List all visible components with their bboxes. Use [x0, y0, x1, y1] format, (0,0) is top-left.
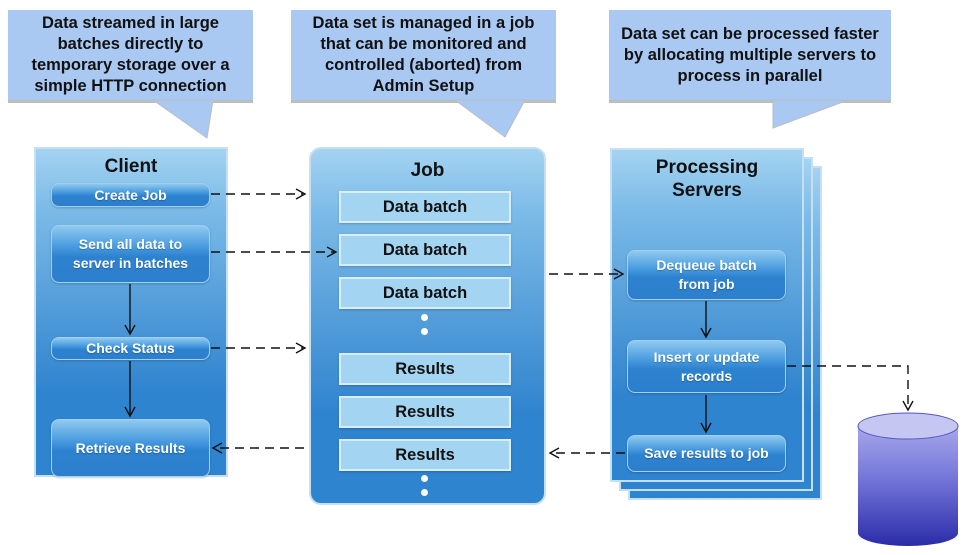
send-data-label: Send all data to server in batches [72, 236, 189, 271]
results-slot: Results [339, 439, 511, 471]
insert-update-label: Insert or update records [653, 348, 760, 384]
data-batch-label: Data batch [382, 283, 468, 302]
callout-processing: Data set can be processed faster by allo… [609, 10, 891, 100]
callout-client-text: Data streamed in large batches directly … [31, 14, 230, 95]
create-job-label: Create Job [94, 186, 167, 203]
data-batch-label: Data batch [382, 240, 468, 259]
data-batch-slot: Data batch [339, 191, 511, 223]
retrieve-results-label: Retrieve Results [75, 439, 186, 456]
callout-client: Data streamed in large batches directly … [8, 10, 253, 100]
results-label: Results [395, 445, 455, 464]
processing-title: Processing Servers [655, 157, 759, 201]
callout-processing-text: Data set can be processed faster by allo… [621, 24, 879, 85]
job-title: Job [410, 160, 445, 181]
check-status-label: Check Status [86, 340, 175, 356]
results-label: Results [395, 359, 455, 378]
callout-job: Data set is managed in a job that can be… [291, 10, 556, 100]
database-top [857, 412, 959, 440]
save-results-step[interactable]: Save results to job [627, 435, 786, 472]
ellipsis-dot [421, 328, 428, 335]
check-status-step[interactable]: Check Status [51, 337, 210, 360]
callout-tail-job [453, 99, 526, 138]
data-batch-label: Data batch [382, 197, 468, 216]
database-body [858, 426, 958, 546]
dequeue-batch-step[interactable]: Dequeue batch from job [627, 250, 786, 300]
arrowhead [902, 400, 914, 412]
save-results-label: Save results to job [644, 445, 769, 461]
callout-tail-processing [772, 99, 849, 129]
callout-job-text: Data set is managed in a job that can be… [312, 14, 535, 95]
arrowhead [295, 342, 307, 354]
arrowhead [295, 188, 307, 200]
results-slot: Results [339, 353, 511, 385]
ellipsis-dot [421, 314, 428, 321]
results-slot: Results [339, 396, 511, 428]
processing-panel: Processing Servers [610, 148, 804, 482]
retrieve-results-step[interactable]: Retrieve Results [51, 419, 210, 477]
ellipsis-dot [421, 489, 428, 496]
client-title: Client [104, 156, 158, 177]
send-data-step[interactable]: Send all data to server in batches [51, 225, 210, 283]
callout-tail-client [151, 99, 214, 139]
insert-update-step[interactable]: Insert or update records [627, 340, 786, 393]
dequeue-batch-label: Dequeue batch from job [656, 257, 757, 292]
arrowhead [548, 447, 560, 459]
results-label: Results [395, 402, 455, 421]
data-batch-slot: Data batch [339, 277, 511, 309]
create-job-step[interactable]: Create Job [51, 183, 210, 207]
ellipsis-dot [421, 475, 428, 482]
data-batch-slot: Data batch [339, 234, 511, 266]
